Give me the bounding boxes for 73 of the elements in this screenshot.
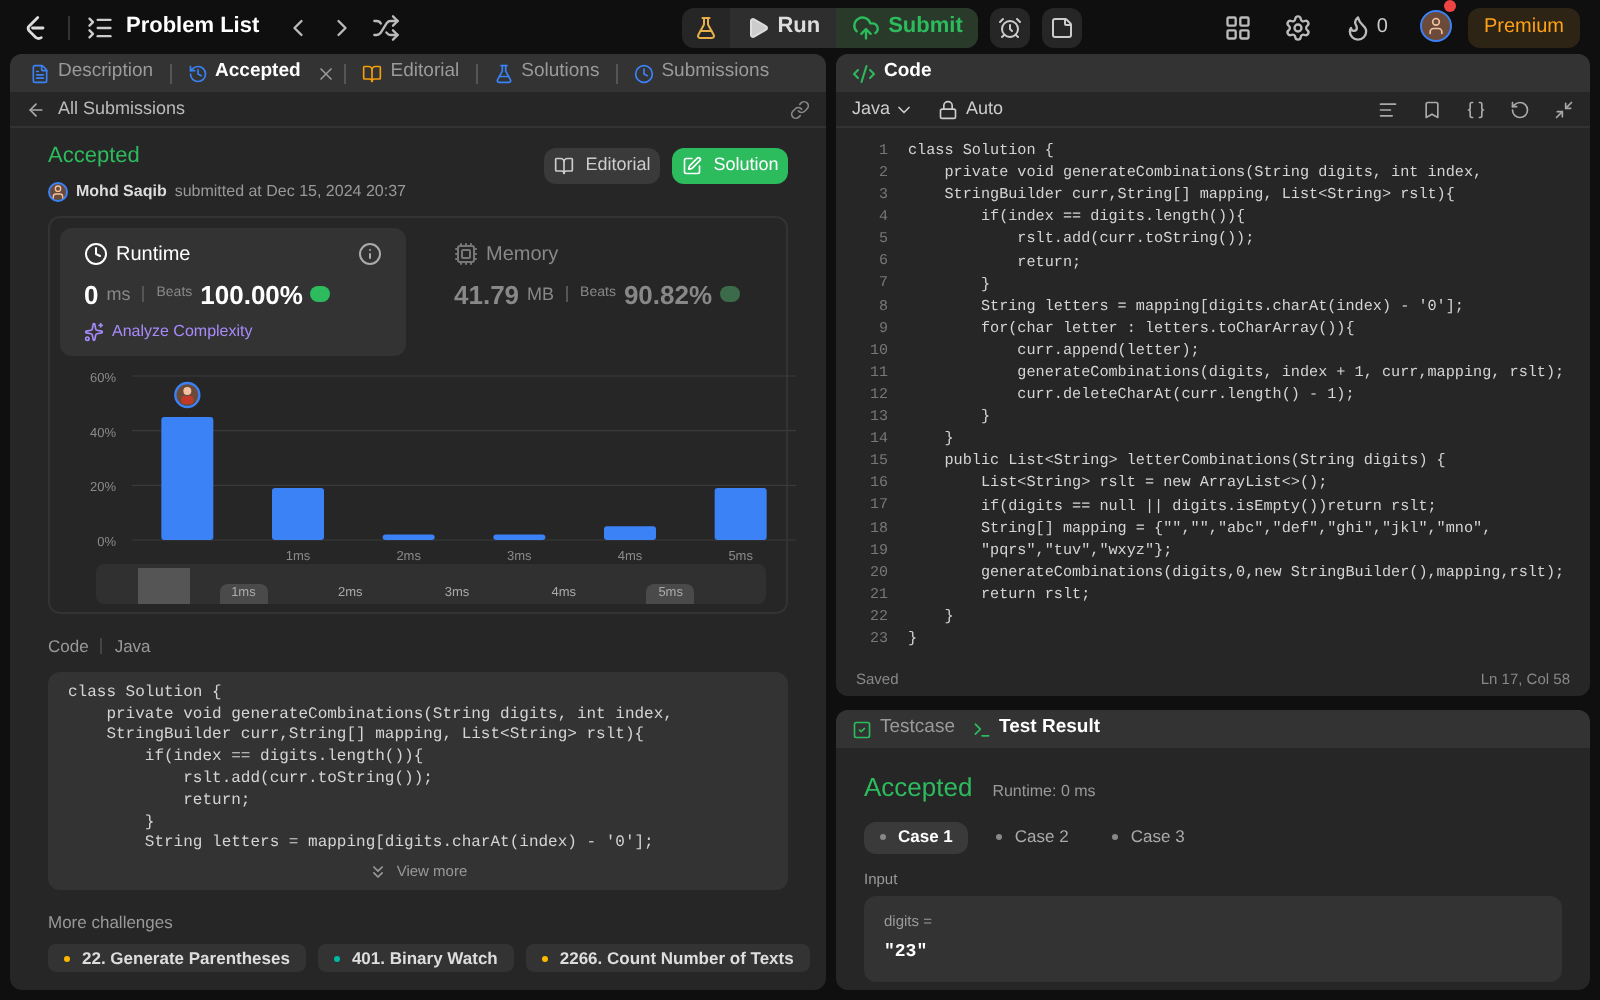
- panel-tab[interactable]: Solutions: [485, 58, 608, 88]
- book-icon: [362, 63, 383, 83]
- panel-tab[interactable]: Accepted: [179, 58, 309, 88]
- code-icon: [852, 61, 876, 85]
- braces-icon[interactable]: [1466, 99, 1486, 119]
- reset-icon[interactable]: [1510, 99, 1530, 119]
- document-icon: [30, 63, 50, 83]
- shuffle-icon[interactable]: [371, 13, 400, 41]
- code-line: StringBuilder curr,String[] mapping, List<String> rslt){: [104, 726, 647, 748]
- code-line: }: [142, 813, 157, 834]
- panel-tab[interactable]: Testcase: [852, 714, 955, 744]
- code-line: return;: [181, 791, 253, 814]
- double-chevron-icon: [368, 861, 389, 882]
- all-submissions-link[interactable]: All Submissions: [58, 95, 186, 123]
- format-icon[interactable]: [1378, 99, 1398, 119]
- code-label: Code: [48, 634, 89, 660]
- settings-icon[interactable]: [1284, 13, 1313, 41]
- note-icon: [1050, 15, 1075, 39]
- result-status: Accepted: [864, 770, 973, 806]
- language-dropdown[interactable]: Java: [852, 95, 915, 123]
- list-icon: [86, 13, 114, 41]
- author-name[interactable]: Mohd Saqib: [76, 179, 167, 203]
- challenge-chip[interactable]: 2266. Count Number of Texts: [525, 944, 810, 973]
- flask-icon: [493, 63, 514, 83]
- submission-time: submitted at Dec 15, 2024 20:37: [174, 179, 406, 203]
- panel-title: Code: [884, 58, 932, 87]
- runtime-text: Runtime: 0 ms: [992, 780, 1096, 804]
- terminal-icon: [971, 719, 991, 739]
- alarm-clock-icon: [998, 15, 1023, 39]
- editorial-button[interactable]: Editorial: [544, 148, 660, 184]
- language-label: Java: [114, 634, 151, 660]
- code-line: if(index == digits.length()){: [142, 748, 426, 770]
- section-title: More challenges: [48, 910, 175, 937]
- code-line: rslt.add(curr.toString());: [181, 769, 435, 792]
- panel-tab[interactable]: Submissions: [625, 58, 778, 88]
- submit-button[interactable]: Submit: [836, 7, 979, 47]
- auto-mode-button[interactable]: Auto: [938, 95, 1004, 123]
- case-tab[interactable]: Case 1: [864, 821, 969, 853]
- coin-count: 0: [1376, 14, 1388, 42]
- code-line: private void generateCombinations(String digits, int index,: [104, 705, 675, 726]
- panel-tab[interactable]: Test Result: [971, 714, 1101, 744]
- back-arrow-icon[interactable]: [26, 99, 46, 119]
- notes-button[interactable]: [1042, 7, 1083, 47]
- code-line: class Solution {: [68, 683, 224, 706]
- bookmark-icon[interactable]: [1422, 99, 1442, 119]
- avatar-icon: [1419, 9, 1452, 41]
- layout-icon[interactable]: [1224, 13, 1253, 41]
- run-button[interactable]: Run: [729, 7, 837, 47]
- case-tab[interactable]: Case 3: [1096, 821, 1201, 853]
- case-tab[interactable]: Case 2: [980, 821, 1085, 853]
- panel-tab[interactable]: Description: [22, 58, 162, 88]
- problem-list-button[interactable]: Problem List: [86, 10, 260, 44]
- code-line: String letters = mapping[digits.charAt(index) - '0'];: [142, 834, 656, 857]
- flame-icon[interactable]: [1344, 13, 1373, 41]
- challenge-chip[interactable]: 22. Generate Parentheses: [48, 944, 306, 973]
- premium-button[interactable]: Premium: [1467, 7, 1580, 47]
- clock-icon: [633, 63, 654, 83]
- checkbox-icon: [852, 719, 872, 739]
- play-icon: [745, 15, 770, 39]
- avatar-icon: [48, 181, 68, 201]
- challenge-chip[interactable]: 401. Binary Watch: [317, 944, 514, 973]
- status-title: Accepted: [48, 142, 142, 172]
- timer-button[interactable]: [990, 7, 1031, 47]
- pen-icon: [681, 156, 702, 176]
- book-icon: [553, 156, 574, 176]
- close-icon[interactable]: [316, 63, 337, 83]
- link-icon[interactable]: [790, 99, 810, 119]
- panel-tab[interactable]: Editorial: [354, 58, 468, 88]
- parameter-value: "23": [884, 940, 930, 966]
- lock-icon: [938, 99, 959, 119]
- history-icon: [187, 63, 208, 83]
- cloud-upload-icon: [852, 13, 881, 41]
- collapse-icon[interactable]: [1554, 99, 1574, 119]
